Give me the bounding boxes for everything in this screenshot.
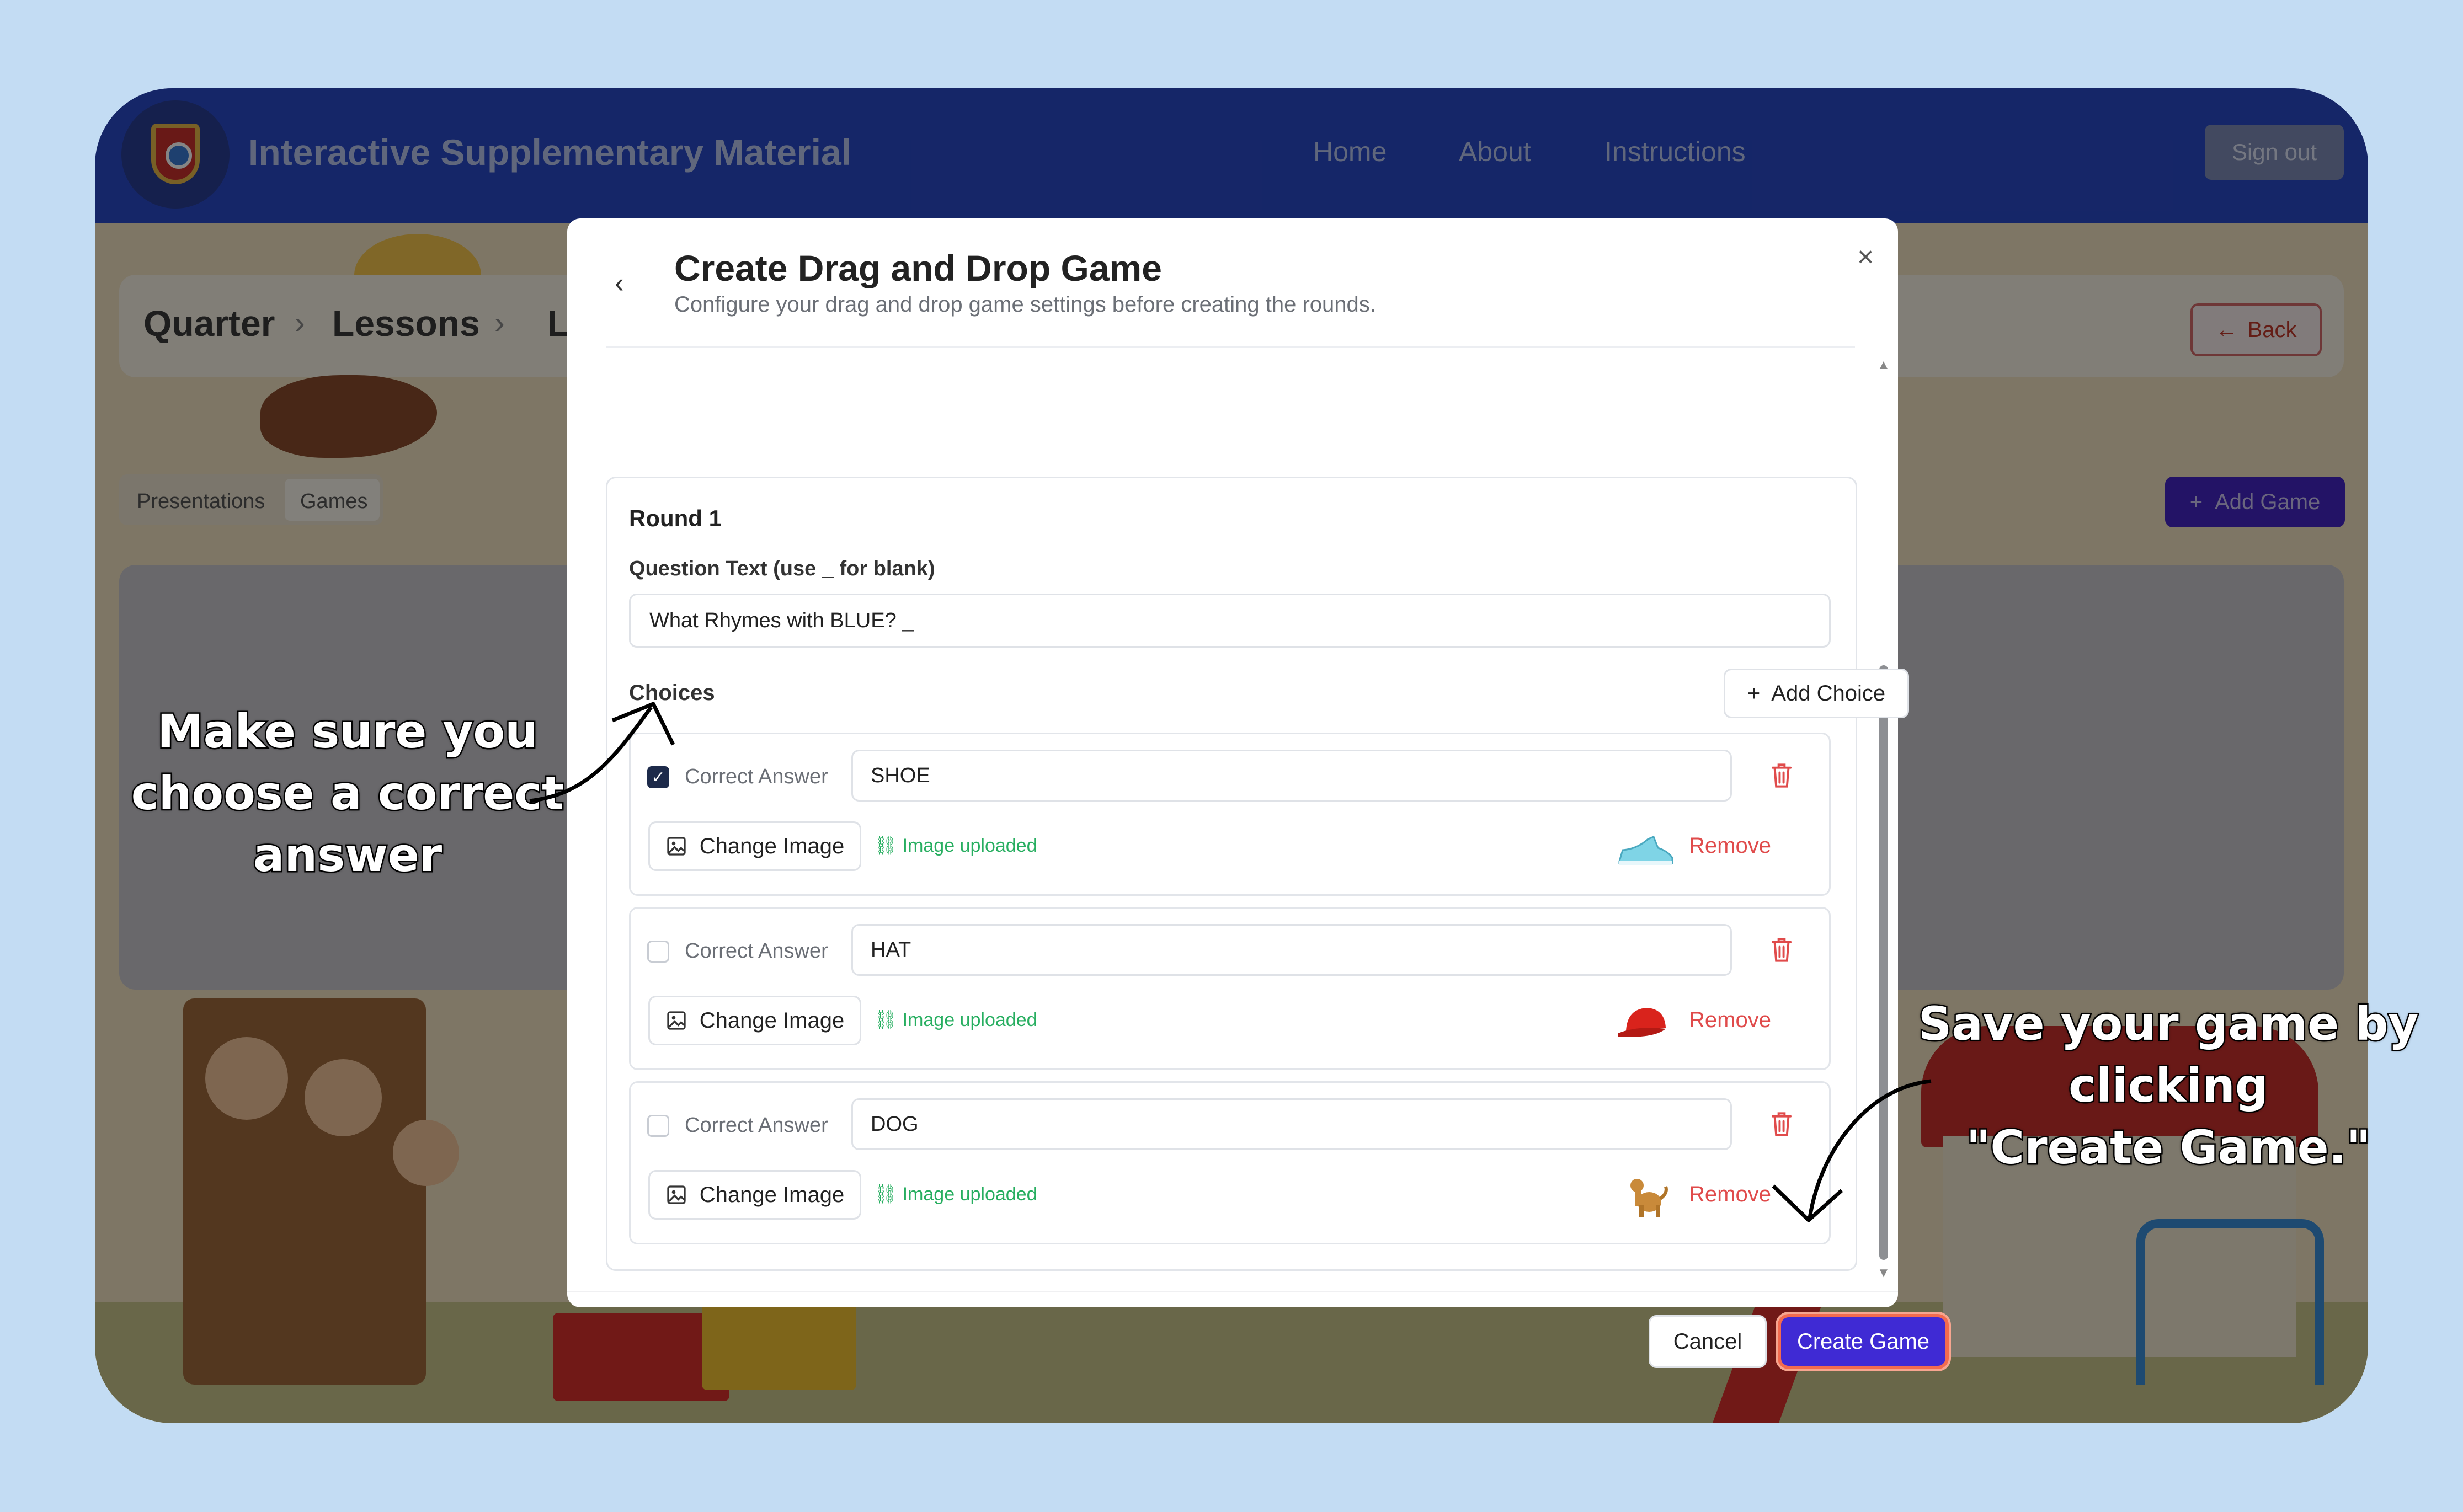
choice-card: Correct Answer DOG Change Image ⛓ Image … (629, 1081, 1831, 1244)
upload-status: ⛓ Image uploaded (873, 1183, 1037, 1205)
image-icon (667, 1011, 686, 1030)
divider (567, 1291, 1898, 1292)
dialog-subtitle: Configure your drag and drop game settin… (674, 292, 1376, 317)
upload-status: ⛓ Image uploaded (873, 835, 1037, 857)
remove-image-button[interactable]: Remove (1689, 834, 1771, 858)
change-image-button[interactable]: Change Image (648, 821, 861, 871)
upload-status: ⛓ Image uploaded (873, 1009, 1037, 1031)
cancel-button[interactable]: Cancel (1649, 1315, 1767, 1368)
plus-icon: + (1747, 681, 1761, 706)
change-image-button[interactable]: Change Image (648, 996, 861, 1045)
change-image-button[interactable]: Change Image (648, 1170, 861, 1220)
callout-line: choose a correct (130, 765, 565, 822)
chevron-left-icon[interactable]: ‹ (615, 267, 624, 299)
callout-correct-answer: Make sure you choose a correct answer (110, 701, 585, 886)
create-game-button[interactable]: Create Game (1778, 1314, 1949, 1369)
choices-label: Choices (629, 681, 715, 705)
upload-status-text: Image uploaded (902, 1184, 1037, 1205)
choice-card: ✓ Correct Answer SHOE Change Image ⛓ Ima… (629, 733, 1831, 896)
image-icon (667, 837, 686, 856)
callout-line: clicking (2067, 1057, 2270, 1114)
close-icon[interactable]: × (1857, 241, 1874, 274)
link-icon: ⛓ (873, 835, 903, 856)
choice-text-input[interactable]: DOG (851, 1098, 1732, 1150)
choice-text-input[interactable]: HAT (851, 924, 1732, 976)
correct-answer-label: Correct Answer (685, 939, 828, 963)
correct-answer-checkbox[interactable]: ✓ (647, 766, 669, 788)
shoe-image (1618, 836, 1673, 865)
dog-image (1630, 1179, 1668, 1217)
callout-line: Save your game by (1917, 996, 2420, 1052)
create-game-dialog: ‹ Create Drag and Drop Game Configure yo… (567, 218, 1909, 1307)
trash-icon[interactable] (1769, 936, 1794, 964)
change-image-label: Change Image (699, 1182, 845, 1207)
trash-icon[interactable] (1769, 1110, 1794, 1138)
scroll-down-icon[interactable]: ▼ (1877, 1265, 1890, 1281)
change-image-label: Change Image (699, 1008, 845, 1033)
choice-card: Correct Answer HAT Change Image ⛓ Image … (629, 907, 1831, 1070)
choice-text-input[interactable]: SHOE (851, 750, 1732, 802)
image-icon (667, 1185, 686, 1204)
callout-line: answer (252, 827, 443, 884)
question-input[interactable]: What Rhymes with BLUE? _ (629, 594, 1831, 648)
remove-image-button[interactable]: Remove (1689, 1008, 1771, 1033)
link-icon: ⛓ (873, 1009, 903, 1030)
divider (606, 346, 1855, 348)
question-label: Question Text (use _ for blank) (629, 557, 935, 580)
upload-status-text: Image uploaded (902, 835, 1037, 856)
upload-status-text: Image uploaded (902, 1009, 1037, 1030)
correct-answer-label: Correct Answer (685, 1114, 828, 1137)
add-choice-label: Add Choice (1771, 681, 1886, 706)
scroll-up-icon[interactable]: ▲ (1877, 357, 1890, 373)
correct-answer-checkbox[interactable] (647, 1115, 669, 1137)
callout-line: "Create Game." (1965, 1119, 2372, 1176)
change-image-label: Change Image (699, 834, 845, 858)
add-choice-button[interactable]: + Add Choice (1724, 669, 1909, 718)
link-icon: ⛓ (873, 1184, 903, 1205)
correct-answer-label: Correct Answer (685, 765, 828, 788)
hat-image (1618, 1008, 1666, 1037)
remove-image-button[interactable]: Remove (1689, 1182, 1771, 1207)
dialog-title: Create Drag and Drop Game (674, 248, 1162, 288)
trash-icon[interactable] (1769, 762, 1794, 789)
round-title: Round 1 (629, 505, 722, 531)
callout-create-game: Save your game by clicking "Create Game.… (1876, 993, 2461, 1178)
correct-answer-checkbox[interactable] (647, 941, 669, 963)
callout-line: Make sure you (156, 703, 540, 760)
